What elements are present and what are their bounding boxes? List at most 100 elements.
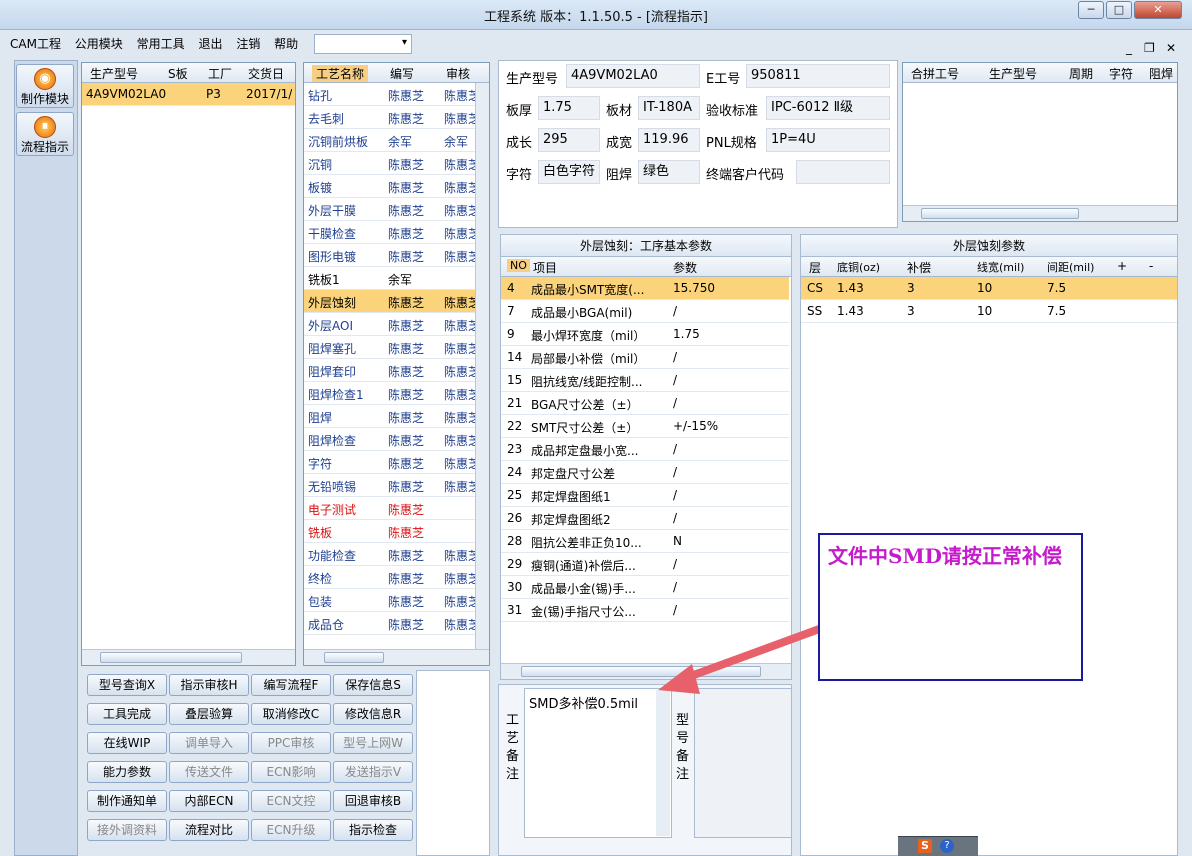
- minimize-button[interactable]: ─: [1078, 1, 1104, 19]
- remove-column-button[interactable]: -: [1149, 259, 1153, 273]
- action-button[interactable]: 编写流程F: [251, 674, 331, 696]
- action-button[interactable]: 叠层验算: [169, 703, 249, 725]
- action-button[interactable]: 调单导入: [169, 732, 249, 754]
- action-button[interactable]: 工具完成: [87, 703, 167, 725]
- table-row[interactable]: CS 1.43 3 10 7.5: [801, 277, 1177, 300]
- action-button[interactable]: 接外调资料: [87, 819, 167, 841]
- table-row[interactable]: 干膜检查 陈惠芝 陈惠芝: [304, 221, 475, 244]
- col-header[interactable]: NO: [507, 259, 530, 272]
- table-row[interactable]: 外层蚀刻 陈惠芝 陈惠芝: [304, 290, 475, 313]
- sidebar-item-process[interactable]: ⏸ 流程指示: [16, 112, 74, 156]
- process-remark-field[interactable]: SMD多补偿0.5mil: [524, 688, 672, 838]
- horizontal-scrollbar[interactable]: [903, 205, 1177, 221]
- col-header[interactable]: 工艺名称: [312, 65, 369, 82]
- table-row[interactable]: 26 邦定焊盘图纸2 /: [501, 507, 789, 530]
- maximize-button[interactable]: □: [1106, 1, 1132, 19]
- material-field[interactable]: IT-180A: [638, 96, 700, 120]
- table-row[interactable]: 阻焊检查1 陈惠芝 陈惠芝: [304, 382, 475, 405]
- pnl-field[interactable]: 1P=4U: [766, 128, 890, 152]
- table-row[interactable]: 24 邦定盘尺寸公差 /: [501, 461, 789, 484]
- add-column-button[interactable]: +: [1117, 259, 1127, 273]
- col-header[interactable]: 间距(mil): [1047, 259, 1094, 275]
- col-header[interactable]: 项目: [533, 259, 557, 276]
- prod-model-field[interactable]: 4A9VM02LA0: [566, 64, 700, 88]
- action-button[interactable]: PPC审核: [251, 732, 331, 754]
- table-row[interactable]: 外层干膜 陈惠芝 陈惠芝: [304, 198, 475, 221]
- menu-tools[interactable]: 常用工具: [137, 32, 185, 56]
- action-button[interactable]: 型号上网W: [333, 732, 413, 754]
- horizontal-scrollbar[interactable]: [304, 649, 489, 665]
- mdi-minimize-button[interactable]: _: [1126, 36, 1132, 60]
- action-button[interactable]: 指示检查: [333, 819, 413, 841]
- width-field[interactable]: 119.96: [638, 128, 700, 152]
- table-row[interactable]: 29 瘦铜(通道)补偿后... /: [501, 553, 789, 576]
- col-header[interactable]: 审核: [446, 65, 470, 82]
- action-button[interactable]: ECN影响: [251, 761, 331, 783]
- mask-field[interactable]: 绿色: [638, 160, 700, 184]
- table-row[interactable]: 30 成品最小金(锡)手... /: [501, 576, 789, 599]
- close-button[interactable]: ✕: [1134, 1, 1182, 19]
- char-field[interactable]: 白色字符: [538, 160, 600, 184]
- menu-logout[interactable]: 注销: [236, 32, 260, 56]
- toolbar-combo[interactable]: [314, 34, 412, 54]
- customer-field[interactable]: [796, 160, 890, 184]
- table-row[interactable]: 4A9VM02LA0 P3 2017/1/: [82, 83, 295, 106]
- table-row[interactable]: 14 局部最小补偿（mil） /: [501, 346, 789, 369]
- table-row[interactable]: 铣板1 余军: [304, 267, 475, 290]
- table-row[interactable]: 阻焊检查 陈惠芝 陈惠芝: [304, 428, 475, 451]
- table-row[interactable]: 终检 陈惠芝 陈惠芝: [304, 566, 475, 589]
- col-header[interactable]: 编写: [390, 65, 414, 82]
- action-button[interactable]: 能力参数: [87, 761, 167, 783]
- col-header[interactable]: 字符: [1109, 65, 1133, 82]
- table-row[interactable]: 25 邦定焊盘图纸1 /: [501, 484, 789, 507]
- table-row[interactable]: 31 金(锡)手指尺寸公... /: [501, 599, 789, 622]
- table-row[interactable]: 9 最小焊环宽度（mil） 1.75: [501, 323, 789, 346]
- table-row[interactable]: 21 BGA尺寸公差（±） /: [501, 392, 789, 415]
- col-header[interactable]: 补偿: [907, 259, 931, 276]
- standard-field[interactable]: IPC-6012 Ⅱ级: [766, 96, 890, 120]
- col-header[interactable]: 生产型号: [989, 65, 1037, 82]
- table-row[interactable]: 外层AOI 陈惠芝 陈惠芝: [304, 313, 475, 336]
- action-button[interactable]: 在线WIP: [87, 732, 167, 754]
- table-row[interactable]: 4 成品最小SMT宽度(... 15.750: [501, 277, 789, 300]
- action-button[interactable]: 型号查询X: [87, 674, 167, 696]
- table-row[interactable]: 7 成品最小BGA(mil) /: [501, 300, 789, 323]
- sogou-icon[interactable]: S: [918, 839, 932, 853]
- action-button[interactable]: 内部ECN: [169, 790, 249, 812]
- menu-cam[interactable]: CAM工程: [10, 32, 61, 56]
- table-row[interactable]: 去毛刺 陈惠芝 陈惠芝: [304, 106, 475, 129]
- vertical-scrollbar[interactable]: [656, 690, 670, 836]
- table-row[interactable]: SS 1.43 3 10 7.5: [801, 300, 1177, 323]
- table-row[interactable]: 板镀 陈惠芝 陈惠芝: [304, 175, 475, 198]
- col-header[interactable]: 生产型号: [90, 65, 138, 82]
- table-row[interactable]: 电子测试 陈惠芝: [304, 497, 475, 520]
- col-header[interactable]: 底铜(oz): [837, 259, 880, 275]
- col-header[interactable]: 周期: [1069, 65, 1093, 82]
- table-row[interactable]: 15 阻抗线宽/线距控制... /: [501, 369, 789, 392]
- horizontal-scrollbar[interactable]: [82, 649, 295, 665]
- mdi-restore-button[interactable]: ❐: [1144, 36, 1155, 60]
- col-header[interactable]: 层: [809, 259, 821, 276]
- table-row[interactable]: 成品仓 陈惠芝 陈惠芝: [304, 612, 475, 635]
- action-button[interactable]: ECN文控: [251, 790, 331, 812]
- menu-help[interactable]: 帮助: [274, 32, 298, 56]
- action-button[interactable]: 指示审核H: [169, 674, 249, 696]
- table-row[interactable]: 钻孔 陈惠芝 陈惠芝: [304, 83, 475, 106]
- sidebar-item-make-module[interactable]: ◉ 制作模块: [16, 64, 74, 108]
- vertical-scrollbar[interactable]: [475, 83, 489, 651]
- col-header[interactable]: 合拼工号: [911, 65, 959, 82]
- table-row[interactable]: 23 成品邦定盘最小宽... /: [501, 438, 789, 461]
- table-row[interactable]: 字符 陈惠芝 陈惠芝: [304, 451, 475, 474]
- table-row[interactable]: 阻焊 陈惠芝 陈惠芝: [304, 405, 475, 428]
- eno-field[interactable]: 950811: [746, 64, 890, 88]
- table-row[interactable]: 包装 陈惠芝 陈惠芝: [304, 589, 475, 612]
- thick-field[interactable]: 1.75: [538, 96, 600, 120]
- action-button[interactable]: 保存信息S: [333, 674, 413, 696]
- menu-exit[interactable]: 退出: [198, 32, 222, 56]
- table-row[interactable]: 沉铜 陈惠芝 陈惠芝: [304, 152, 475, 175]
- table-row[interactable]: 阻焊塞孔 陈惠芝 陈惠芝: [304, 336, 475, 359]
- action-button[interactable]: 取消修改C: [251, 703, 331, 725]
- col-header[interactable]: 阻焊: [1149, 65, 1173, 82]
- length-field[interactable]: 295: [538, 128, 600, 152]
- table-row[interactable]: 功能检查 陈惠芝 陈惠芝: [304, 543, 475, 566]
